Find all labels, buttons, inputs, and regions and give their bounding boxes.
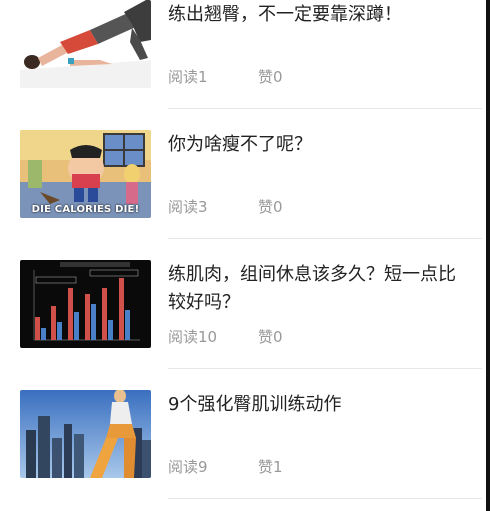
read-count: 阅读10: [168, 328, 218, 346]
article-thumbnail: [20, 260, 151, 348]
city-runner-photo-icon: [20, 390, 151, 478]
bar-chart-photo-icon: [20, 260, 151, 348]
article-item[interactable]: DIE CALORIES DIE! 你为啥瘦不了呢？ 阅读3 赞0: [0, 108, 486, 239]
like-count[interactable]: 赞0: [258, 66, 283, 87]
article-title[interactable]: 练出翘臀，不一定要靠深蹲！: [168, 1, 468, 29]
article-item[interactable]: 9个强化臀肌训练动作 阅读9 赞1: [0, 368, 486, 499]
like-count[interactable]: 赞1: [258, 456, 283, 477]
read-count: 阅读3: [168, 198, 208, 216]
divider: [168, 498, 482, 499]
article-thumbnail: [20, 390, 151, 478]
article-title[interactable]: 你为啥瘦不了呢？: [168, 131, 468, 159]
article-item[interactable]: 练出翘臀，不一定要靠深蹲！ 阅读1 赞0: [0, 0, 486, 109]
screen-edge: [486, 0, 490, 511]
article-thumbnail: DIE CALORIES DIE!: [20, 130, 151, 218]
read-count: 阅读9: [168, 458, 208, 476]
thumbnail-caption: DIE CALORIES DIE!: [31, 204, 140, 215]
like-count[interactable]: 赞0: [258, 326, 283, 347]
article-item[interactable]: 练肌肉，组间休息该多久？短一点比较好吗？ 阅读10 赞0: [0, 238, 486, 369]
article-title[interactable]: 9个强化臀肌训练动作: [168, 391, 468, 419]
yoga-glute-bridge-photo-icon: [20, 0, 151, 88]
article-title[interactable]: 练肌肉，组间休息该多久？短一点比较好吗？: [168, 261, 468, 317]
like-count[interactable]: 赞0: [258, 196, 283, 217]
article-thumbnail: [20, 0, 151, 88]
read-count: 阅读1: [168, 68, 208, 86]
